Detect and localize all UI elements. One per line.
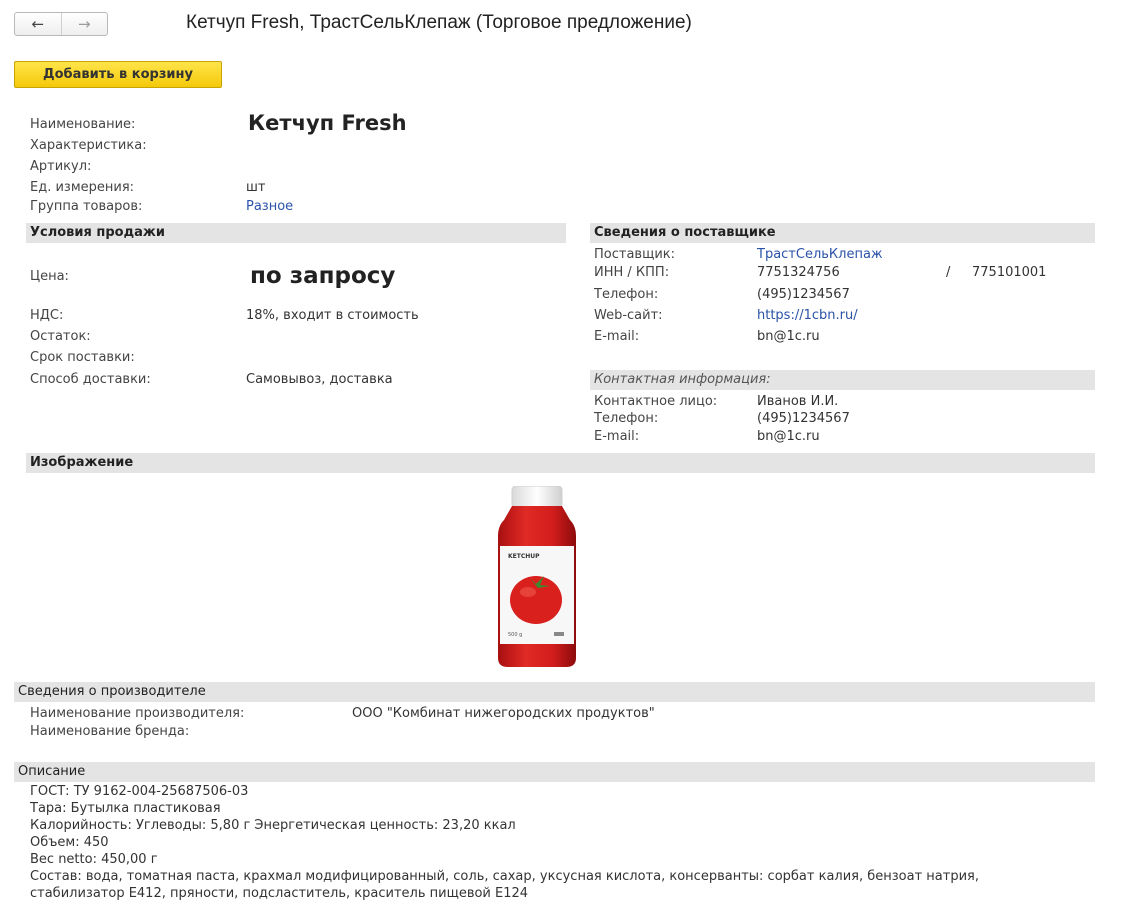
manufacturer-name-label: Наименование производителя:: [30, 706, 245, 721]
phone-value: (495)1234567: [757, 287, 850, 302]
description-line: Объем: 450: [30, 835, 109, 850]
website-link[interactable]: https://1cbn.ru/: [757, 308, 858, 323]
forward-button[interactable]: →: [60, 13, 108, 35]
manufacturer-header: Сведения о производителе: [14, 682, 1095, 702]
add-to-cart-button[interactable]: Добавить в корзину: [14, 61, 222, 88]
email-value: bn@1c.ru: [757, 329, 820, 344]
bottle-weight-text: 500 g: [508, 632, 522, 638]
product-name: Кетчуп Fresh: [248, 111, 407, 135]
bottle-label-text: KETCHUP: [508, 553, 540, 560]
back-button[interactable]: ←: [15, 13, 61, 35]
delivery-method-label: Способ доставки:: [30, 372, 151, 387]
article-label: Артикул:: [30, 159, 92, 174]
delivery-method-value: Самовывоз, доставка: [246, 372, 393, 387]
history-nav: ← →: [14, 12, 108, 36]
kpp-value: 775101001: [972, 265, 1047, 280]
contact-phone-value: (495)1234567: [757, 411, 850, 426]
group-label: Группа товаров:: [30, 199, 143, 214]
supplier-header: Сведения о поставщике: [590, 223, 1095, 243]
supplier-label: Поставщик:: [594, 247, 676, 262]
price-label: Цена:: [30, 269, 69, 284]
description-line: Состав: вода, томатная паста, крахмал мо…: [30, 869, 979, 884]
image-header: Изображение: [26, 453, 1095, 473]
description-line: Тара: Бутылка пластиковая: [30, 801, 221, 816]
description-line: ГОСТ: ТУ 9162-004-25687506-03: [30, 784, 249, 799]
price-value: по запросу: [250, 263, 396, 289]
manufacturer-name-value: ООО "Комбинат нижегородских продуктов": [352, 706, 655, 721]
description-header: Описание: [14, 762, 1095, 782]
unit-value: шт: [246, 180, 266, 195]
group-link[interactable]: Разное: [246, 199, 293, 214]
inn-kpp-separator: /: [946, 265, 951, 280]
phone-label: Телефон:: [594, 287, 659, 302]
inn-value: 7751324756: [757, 265, 840, 280]
product-image: KETCHUP 500 g: [488, 485, 586, 669]
sale-terms-header: Условия продажи: [26, 223, 566, 243]
contact-person-value: Иванов И.И.: [757, 394, 839, 409]
arrow-right-icon: →: [77, 15, 91, 33]
brand-label: Наименование бренда:: [30, 724, 190, 739]
vat-label: НДС:: [30, 308, 64, 323]
contact-phone-label: Телефон:: [594, 411, 659, 426]
delivery-time-label: Срок поставки:: [30, 350, 135, 365]
stock-label: Остаток:: [30, 329, 91, 344]
supplier-link[interactable]: ТрастСельКлепаж: [757, 247, 883, 262]
website-label: Web-сайт:: [594, 308, 663, 323]
inn-label: ИНН / КПП:: [594, 265, 670, 280]
contact-header: Контактная информация:: [590, 370, 1095, 390]
contact-email-label: E-mail:: [594, 429, 640, 444]
description-line: Калорийность: Углеводы: 5,80 г Энергетич…: [30, 818, 516, 833]
arrow-left-icon: ←: [31, 15, 45, 33]
page-title: Кетчуп Fresh, ТрастСельКлепаж (Торговое …: [186, 12, 692, 33]
description-line: Вес netto: 450,00 г: [30, 852, 158, 867]
vat-value: 18%, входит в стоимость: [246, 308, 419, 323]
name-label: Наименование:: [30, 117, 136, 132]
contact-email-value: bn@1c.ru: [757, 429, 820, 444]
characteristic-label: Характеристика:: [30, 138, 147, 153]
contact-person-label: Контактное лицо:: [594, 394, 718, 409]
email-label: E-mail:: [594, 329, 640, 344]
description-line: стабилизатор Е412, пряности, подсластите…: [30, 886, 529, 901]
unit-label: Ед. измерения:: [30, 180, 135, 195]
